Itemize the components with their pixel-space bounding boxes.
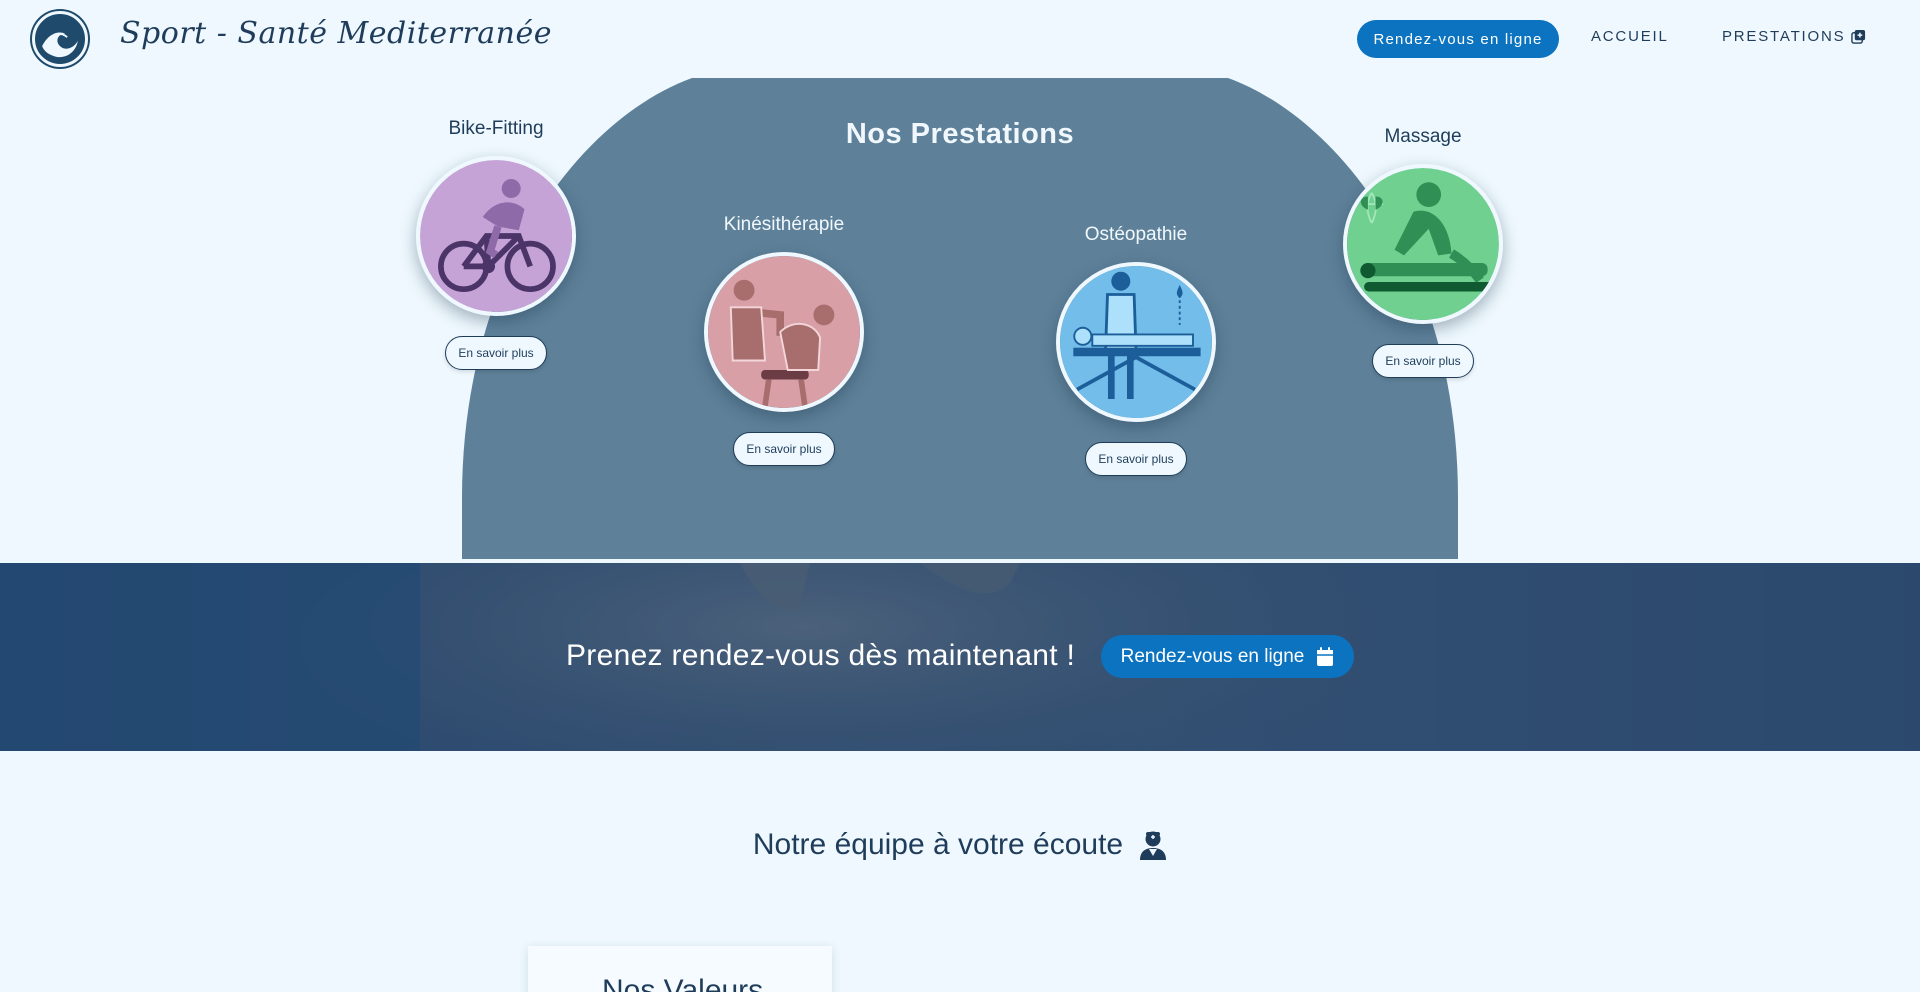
more-info-button[interactable]: En savoir plus	[1372, 344, 1474, 378]
team-heading: Notre équipe à votre écoute	[0, 828, 1920, 862]
cyclist-icon[interactable]	[416, 156, 576, 316]
team-title: Notre équipe à votre écoute	[752, 828, 1124, 861]
dropdown-plus-icon	[1851, 29, 1866, 44]
more-info-button[interactable]: En savoir plus	[445, 336, 547, 370]
service-kinesitherapie: Kinésithérapie En savoir plus	[684, 214, 884, 466]
values-title: Nos Valeurs	[602, 974, 764, 992]
service-bike-fitting: Bike-Fitting En savoir plus	[396, 118, 596, 370]
services-title: Nos Prestations	[845, 118, 1075, 150]
osteopathy-icon[interactable]	[1056, 262, 1216, 422]
calendar-icon	[1316, 646, 1334, 667]
banner-headline: Prenez rendez-vous dès maintenant !	[566, 639, 1076, 672]
nav-prestations[interactable]: PRESTATIONS	[1722, 28, 1866, 45]
service-title: Ostéopathie	[1084, 224, 1188, 245]
nav-accueil[interactable]: ACCUEIL	[1591, 28, 1669, 45]
site-header: Sport - Santé Mediterranée Rendez-vous e…	[0, 0, 1920, 78]
service-title: Bike-Fitting	[448, 118, 544, 139]
more-info-button[interactable]: En savoir plus	[733, 432, 835, 466]
nav-prestations-label: PRESTATIONS	[1722, 28, 1846, 45]
logo-wave-icon[interactable]	[32, 11, 88, 67]
service-massage: Massage En savoir plus	[1323, 126, 1523, 378]
banner-book-appointment-button[interactable]: Rendez-vous en ligne	[1101, 635, 1354, 678]
appointment-banner: Prenez rendez-vous dès maintenant ! Rend…	[0, 563, 1920, 751]
brand-name[interactable]: Sport - Santé Mediterranée	[120, 16, 552, 51]
service-title: Massage	[1384, 126, 1462, 147]
values-card: Nos Valeurs	[528, 946, 832, 992]
massage-icon[interactable]	[1343, 164, 1503, 324]
book-appointment-button[interactable]: Rendez-vous en ligne	[1357, 20, 1559, 58]
more-info-button[interactable]: En savoir plus	[1085, 442, 1187, 476]
banner-cta-label: Rendez-vous en ligne	[1120, 645, 1305, 667]
service-osteopathie: Ostéopathie En savoir plus	[1036, 224, 1236, 476]
doctor-icon	[1139, 830, 1167, 860]
service-title: Kinésithérapie	[723, 214, 845, 235]
physiotherapy-icon[interactable]	[704, 252, 864, 412]
